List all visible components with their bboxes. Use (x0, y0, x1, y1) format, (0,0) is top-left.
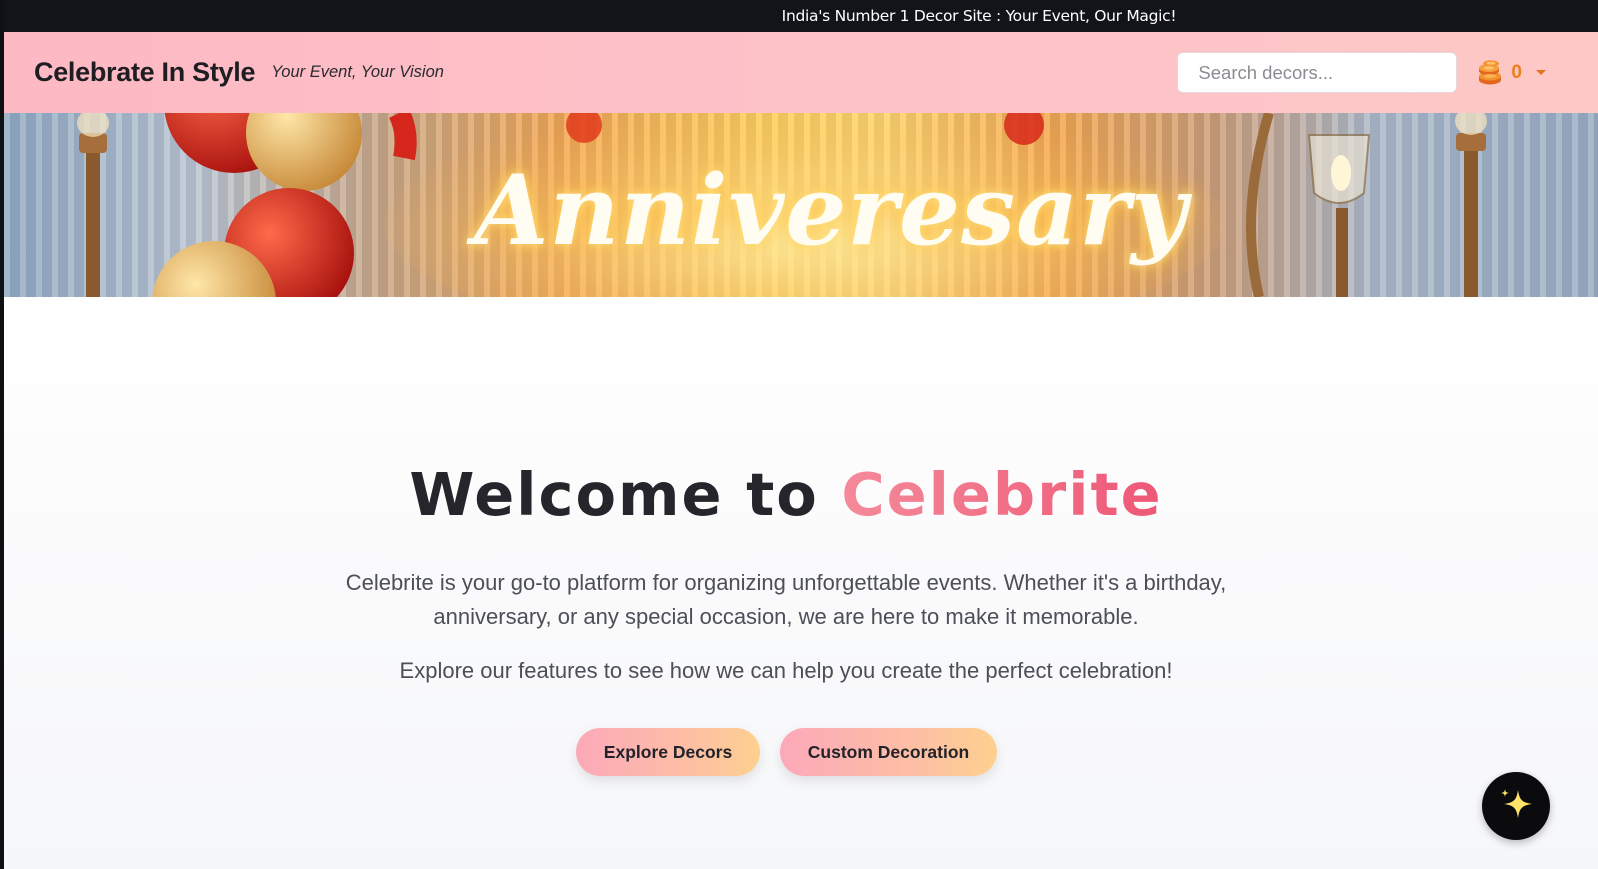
coins-dropdown[interactable]: 0 (1475, 59, 1546, 87)
title-accent: Celebrite (841, 460, 1163, 529)
announcement-text: India's Number 1 Decor Site : Your Event… (781, 7, 1177, 25)
page-title: Welcome to Celebrite (4, 460, 1568, 529)
lamp-post (1336, 208, 1348, 297)
balloon (246, 113, 362, 191)
left-edge (0, 0, 4, 869)
banner-neon-text: Anniveresary (474, 154, 1188, 267)
hero-banner-image: Anniveresary (4, 113, 1598, 297)
hero-section: Welcome to Celebrite Celebrite is your g… (4, 297, 1598, 869)
lamp-post (1464, 133, 1478, 297)
coins-icon (1479, 59, 1502, 84)
navbar: Celebrate In Style Your Event, Your Visi… (4, 32, 1598, 113)
search-input[interactable] (1177, 52, 1458, 93)
announcement-bar: India's Number 1 Decor Site : Your Event… (0, 0, 1598, 32)
title-prefix: Welcome to (409, 460, 842, 529)
custom-decoration-button[interactable]: Custom Decoration (780, 728, 997, 776)
brand-tagline: Your Event, Your Vision (271, 63, 444, 81)
assistant-button[interactable] (1482, 772, 1550, 840)
brand-logo[interactable]: Celebrate In Style (34, 57, 255, 88)
explore-decors-button[interactable]: Explore Decors (576, 728, 760, 776)
coin-count: 0 (1511, 61, 1522, 83)
hero-description: Celebrite is your go-to platform for org… (345, 570, 1227, 629)
hero-subdescription: Explore our features to see how we can h… (399, 658, 1173, 683)
sparkle-icon (1501, 789, 1532, 818)
lamp-post (86, 133, 100, 297)
chevron-down-icon (1536, 70, 1546, 75)
